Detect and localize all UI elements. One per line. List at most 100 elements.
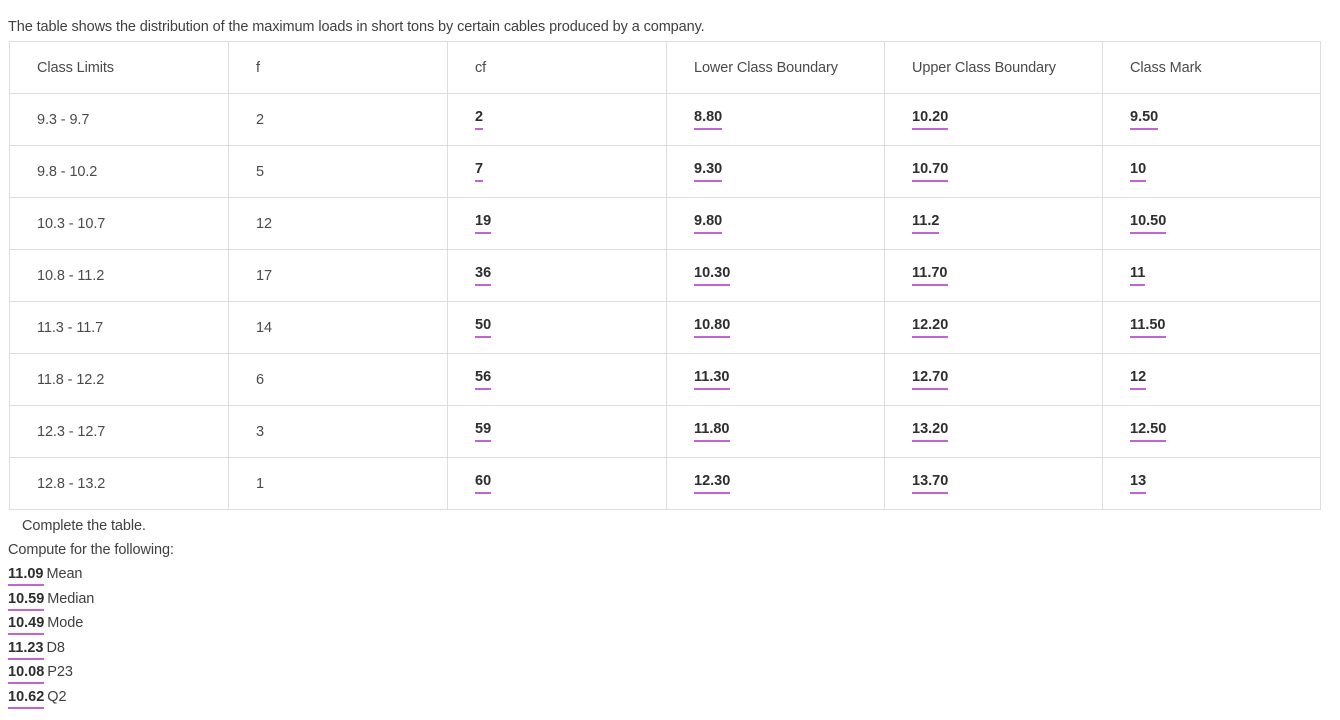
answer-value: 12.20 [912, 318, 949, 338]
answer-value: 10 [1130, 162, 1147, 182]
cell-frequency: 1 [228, 457, 448, 510]
cell-lower-class-boundary: 11.80 [666, 405, 885, 458]
stat-value: 10.59 [8, 591, 45, 611]
column-header-class-limits: Class Limits [9, 41, 229, 94]
stat-label: Mean [46, 566, 83, 582]
answer-value: 60 [475, 474, 492, 494]
cell-class-mark: 12 [1102, 353, 1321, 406]
instructions-section: Complete the table. Compute for the foll… [0, 510, 1340, 709]
answer-value: 12 [1130, 370, 1147, 390]
stat-value: 11.09 [8, 567, 44, 586]
table-row: 11.8 - 12.2 6 56 11.30 12.70 12 [9, 353, 1321, 406]
answer-value: 9.50 [1130, 110, 1159, 130]
cell-upper-class-boundary: 11.70 [884, 249, 1103, 302]
answer-value: 9.30 [694, 162, 723, 182]
stat-label: Median [47, 590, 95, 607]
column-header-cf: cf [447, 41, 667, 94]
answer-value: 11.70 [912, 266, 948, 286]
cell-upper-class-boundary: 13.20 [884, 405, 1103, 458]
answer-value: 13.70 [912, 474, 949, 494]
cell-cumulative-frequency: 50 [447, 301, 667, 354]
answer-value: 8.80 [694, 110, 723, 130]
answer-value: 7 [475, 162, 484, 182]
answer-value: 11 [1130, 266, 1146, 286]
cell-lower-class-boundary: 9.80 [666, 197, 885, 250]
table-header-row: Class Limits f cf Lower Class Boundary U… [9, 41, 1321, 94]
cell-lower-class-boundary: 10.80 [666, 301, 885, 354]
cell-class-limits: 12.8 - 13.2 [9, 457, 229, 510]
stat-value: 10.62 [8, 689, 45, 709]
instruction-compute: Compute for the following: [8, 542, 174, 558]
cell-cumulative-frequency: 59 [447, 405, 667, 458]
cell-upper-class-boundary: 10.70 [884, 145, 1103, 198]
cell-class-mark: 10 [1102, 145, 1321, 198]
cell-frequency: 17 [228, 249, 448, 302]
stat-item-q2: 10.62 Q2 [0, 685, 1340, 710]
frequency-distribution-table: Class Limits f cf Lower Class Boundary U… [9, 41, 1321, 510]
cell-frequency: 12 [228, 197, 448, 250]
cell-lower-class-boundary: 11.30 [666, 353, 885, 406]
stat-item-p23: 10.08 P23 [0, 660, 1340, 685]
cell-cumulative-frequency: 2 [447, 93, 667, 146]
cell-cumulative-frequency: 56 [447, 353, 667, 406]
instruction-complete-table: Complete the table. [22, 518, 146, 534]
cell-class-limits: 10.8 - 11.2 [9, 249, 229, 302]
answer-value: 2 [475, 110, 484, 130]
cell-lower-class-boundary: 9.30 [666, 145, 885, 198]
answer-value: 36 [475, 266, 492, 286]
stat-item-d8: 11.23 D8 [0, 636, 1340, 661]
cell-class-limits: 9.8 - 10.2 [9, 145, 229, 198]
answer-value: 13.20 [912, 422, 949, 442]
cell-class-mark: 12.50 [1102, 405, 1321, 458]
answer-value: 11.30 [694, 370, 730, 390]
cell-cumulative-frequency: 36 [447, 249, 667, 302]
cell-class-mark: 9.50 [1102, 93, 1321, 146]
cell-upper-class-boundary: 11.2 [884, 197, 1103, 250]
cell-cumulative-frequency: 19 [447, 197, 667, 250]
table-row: 10.8 - 11.2 17 36 10.30 11.70 11 [9, 249, 1321, 302]
answer-value: 12.30 [694, 474, 731, 494]
table-row: 10.3 - 10.7 12 19 9.80 11.2 10.50 [9, 197, 1321, 250]
cell-frequency: 2 [228, 93, 448, 146]
cell-frequency: 5 [228, 145, 448, 198]
answer-value: 19 [475, 214, 492, 234]
cell-upper-class-boundary: 10.20 [884, 93, 1103, 146]
answer-value: 59 [475, 422, 492, 442]
cell-cumulative-frequency: 60 [447, 457, 667, 510]
cell-frequency: 3 [228, 405, 448, 458]
stat-label: P23 [47, 664, 73, 680]
cell-frequency: 14 [228, 301, 448, 354]
cell-class-mark: 13 [1102, 457, 1321, 510]
answer-value: 11.80 [694, 422, 730, 442]
stat-value: 11.23 [8, 640, 44, 660]
answer-value: 11.2 [912, 214, 940, 234]
stat-value: 10.49 [8, 616, 45, 635]
cell-class-limits: 11.8 - 12.2 [9, 353, 229, 406]
table-row: 9.8 - 10.2 5 7 9.30 10.70 10 [9, 145, 1321, 198]
worksheet-page: The table shows the distribution of the … [0, 0, 1340, 720]
stat-label: Mode [47, 615, 84, 631]
answer-value: 13 [1130, 474, 1147, 494]
cell-class-mark: 10.50 [1102, 197, 1321, 250]
answer-value: 10.50 [1130, 214, 1167, 234]
cell-lower-class-boundary: 8.80 [666, 93, 885, 146]
cell-class-limits: 12.3 - 12.7 [9, 405, 229, 458]
cell-upper-class-boundary: 13.70 [884, 457, 1103, 510]
answer-value: 50 [475, 318, 492, 338]
table-row: 12.3 - 12.7 3 59 11.80 13.20 12.50 [9, 405, 1321, 458]
answer-value: 12.70 [912, 370, 949, 390]
column-header-upper-class-boundary: Upper Class Boundary [884, 41, 1103, 94]
column-header-class-mark: Class Mark [1102, 41, 1321, 94]
cell-upper-class-boundary: 12.20 [884, 301, 1103, 354]
answer-value: 10.20 [912, 110, 949, 130]
column-header-f: f [228, 41, 448, 94]
stat-label: Q2 [47, 688, 67, 705]
cell-class-limits: 10.3 - 10.7 [9, 197, 229, 250]
cell-lower-class-boundary: 10.30 [666, 249, 885, 302]
cell-frequency: 6 [228, 353, 448, 406]
cell-class-limits: 11.3 - 11.7 [9, 301, 229, 354]
cell-class-mark: 11 [1102, 249, 1321, 302]
table-row: 11.3 - 11.7 14 50 10.80 12.20 11.50 [9, 301, 1321, 354]
stat-item-mean: 11.09 Mean [0, 562, 1340, 587]
cell-upper-class-boundary: 12.70 [884, 353, 1103, 406]
